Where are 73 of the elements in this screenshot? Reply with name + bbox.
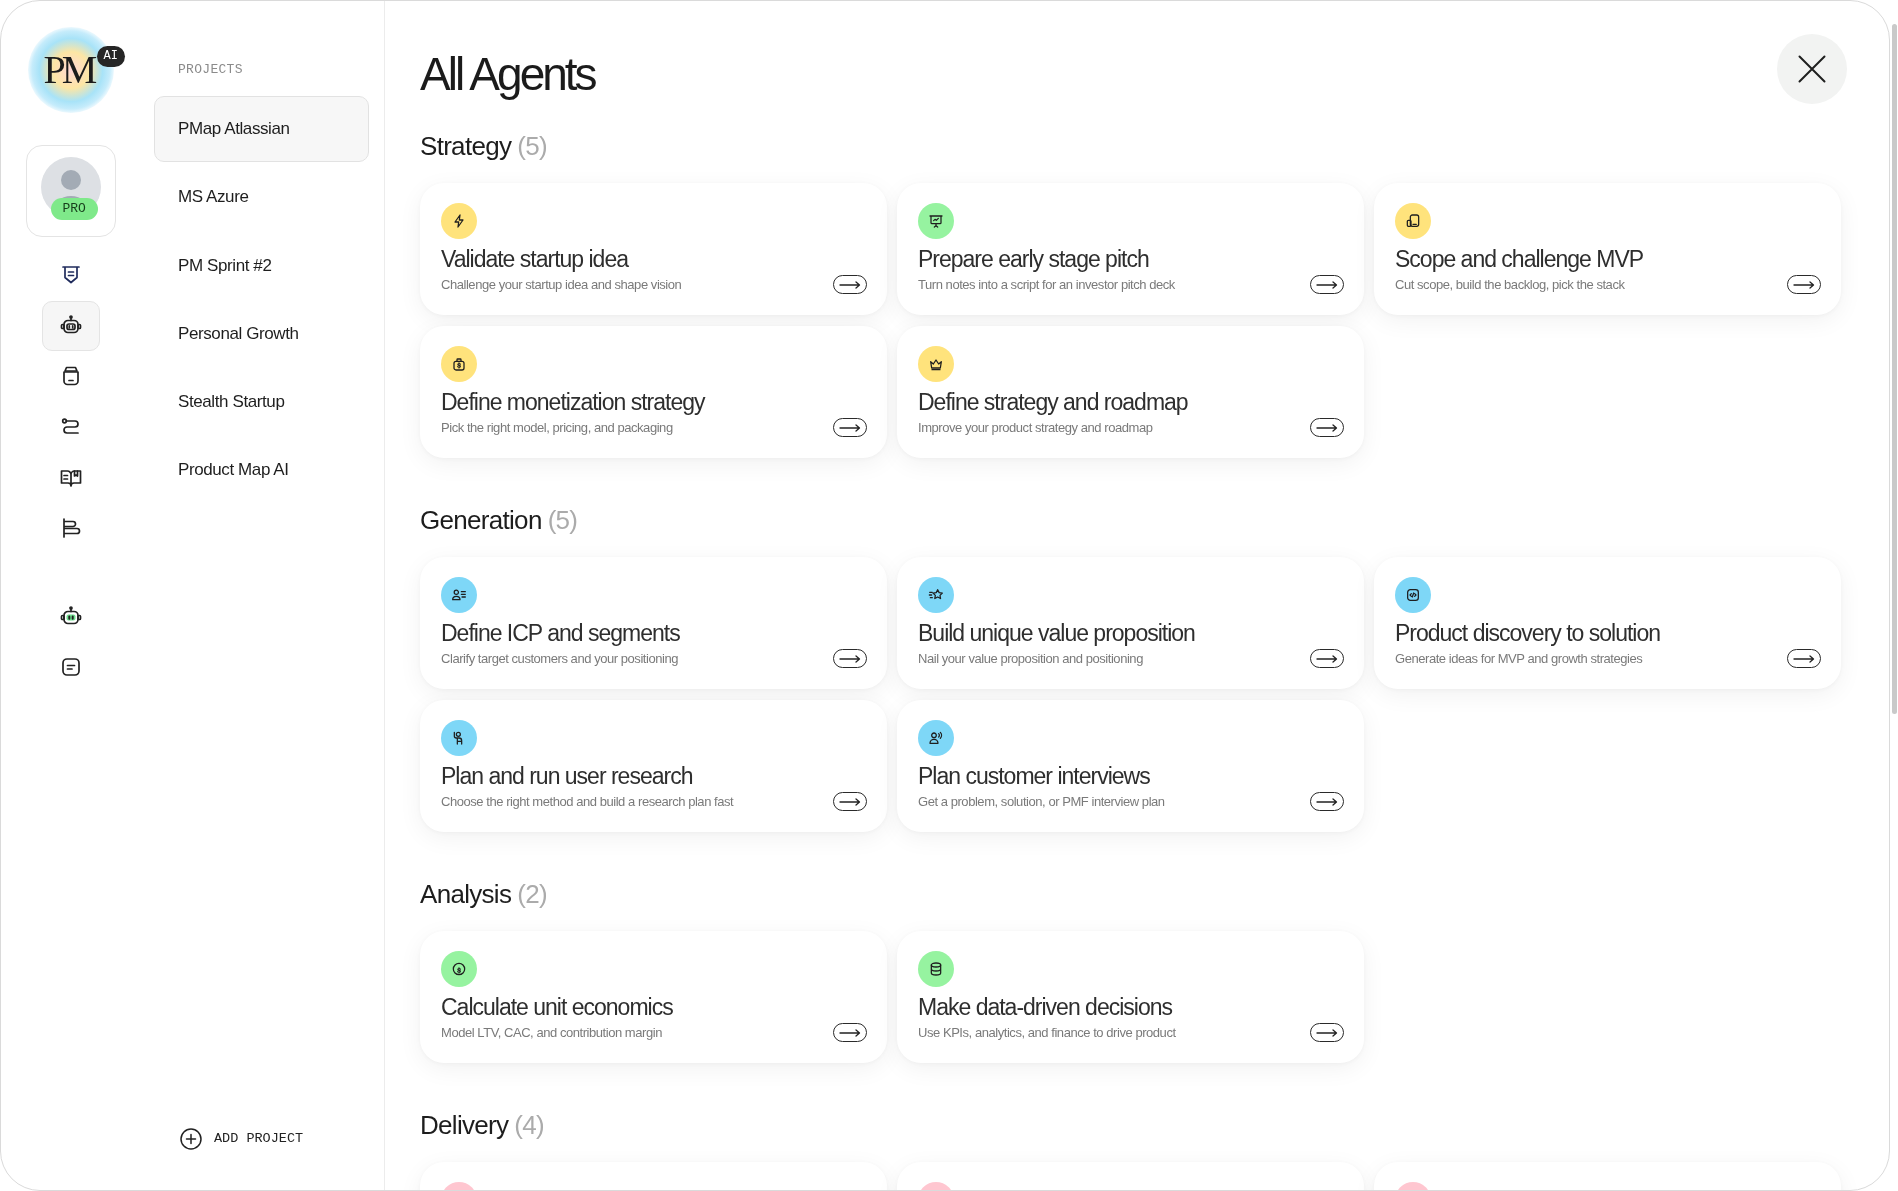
agent-title: Validate startup idea: [441, 245, 630, 273]
pro-badge: PRO: [50, 198, 98, 220]
section-title: Strategy: [420, 130, 512, 162]
agent-description: Nail your value proposition and positioning: [918, 650, 1144, 667]
arrow-icon: [839, 797, 861, 806]
agent-description: Pick the right model, pricing, and packaging: [441, 419, 674, 436]
agent-card[interactable]: Product discovery to solution Generate ideas for MVP and growth strategies: [1374, 557, 1841, 689]
arrow-icon: [1316, 1028, 1338, 1037]
arrow-icon: [1316, 797, 1338, 806]
agent-title: Define strategy and roadmap: [918, 388, 1189, 416]
agent-title: Define ICP and segments: [441, 619, 681, 647]
arrow-icon: [839, 280, 861, 289]
project-item[interactable]: Product Map AI: [154, 437, 369, 504]
project-item[interactable]: Stealth Startup: [154, 369, 369, 436]
section-title: Analysis: [420, 878, 512, 910]
arrow-icon: [1793, 654, 1815, 663]
agent-title: Plan customer interviews: [918, 762, 1151, 790]
agent-card[interactable]: Prepare early stage pitch Turn notes into a script for an investor pitch deck: [897, 183, 1364, 315]
agent-card[interactable]: Build unique value proposition Nail your value proposition and positioning: [897, 557, 1364, 689]
agent-title: Define monetization strategy: [441, 388, 706, 416]
agent-card[interactable]: Define monetization strategy Pick the right model, pricing, and packaging: [420, 326, 887, 458]
ai-badge: AI: [96, 46, 125, 67]
page-title: All Agents: [420, 48, 595, 100]
arrow-icon: [839, 654, 861, 663]
agent-description: Use KPIs, analytics, and finance to drive product: [918, 1024, 1177, 1041]
agent-description: Get a problem, solution, or PMF interview plan: [918, 793, 1166, 810]
arrow-icon: [1316, 280, 1338, 289]
scrollbar-thumb[interactable]: [1891, 24, 1897, 714]
section-title: Generation: [420, 504, 542, 536]
agent-description: Improve your product strategy and roadmap: [918, 419, 1154, 436]
agent-title: Make data-driven decisions: [918, 993, 1173, 1021]
section-title: Delivery: [420, 1109, 509, 1141]
project-item[interactable]: MS Azure: [154, 164, 369, 231]
agent-description: Generate ideas for MVP and growth strategies: [1395, 650, 1644, 667]
section-count: (5): [547, 504, 578, 536]
agent-card[interactable]: Validate startup idea Challenge your startup idea and shape vision: [420, 183, 887, 315]
agent-description: Turn notes into a script for an investor pitch deck: [918, 276, 1176, 293]
agent-title: Calculate unit economics: [441, 993, 674, 1021]
agent-card[interactable]: Scope and challenge MVP Cut scope, build the backlog, pick the stack: [1374, 183, 1841, 315]
arrow-icon: [1316, 654, 1338, 663]
agent-title: Plan and run user research: [441, 762, 694, 790]
plus-icon: [180, 1128, 202, 1150]
projects-label: PROJECTS: [177, 61, 243, 79]
agent-title: Product discovery to solution: [1395, 619, 1662, 647]
section-count: (5): [517, 130, 547, 162]
add-project-button[interactable]: ADD PROJECT: [180, 1127, 304, 1151]
section-count: (4): [514, 1109, 544, 1141]
agent-description: Choose the right method and build a research plan fast: [441, 793, 735, 810]
arrow-icon: [839, 1028, 861, 1037]
arrow-icon: [1316, 423, 1338, 432]
logo-text: PM: [43, 48, 95, 92]
project-item[interactable]: PMap Atlassian: [154, 96, 369, 162]
section-count: (2): [517, 878, 547, 910]
profile-card[interactable]: PRO: [25, 145, 116, 237]
agent-title: Prepare early stage pitch: [918, 245, 1150, 273]
agent-description: Clarify target customers and your positioning: [441, 650, 679, 667]
agent-description: Challenge your startup idea and shape vision: [441, 276, 683, 293]
agent-card[interactable]: Define ICP and segments Clarify target customers and your positioning: [420, 557, 887, 689]
close-icon: [1798, 55, 1826, 83]
project-item[interactable]: PM Sprint #2: [154, 232, 369, 299]
nav-button[interactable]: [41, 300, 100, 352]
agent-title: Build unique value proposition: [918, 619, 1196, 647]
agent-card[interactable]: Plan customer interviews Get a problem, solution, or PMF interview plan: [897, 700, 1364, 832]
agent-card[interactable]: Make data-driven decisions Use KPIs, analytics, and finance to drive product: [897, 931, 1364, 1063]
agent-title: Scope and challenge MVP: [1395, 245, 1645, 273]
agent-description: Model LTV, CAC, and contribution margin: [441, 1024, 663, 1041]
agent-card[interactable]: Define strategy and roadmap Improve your product strategy and roadmap: [897, 326, 1364, 458]
project-item[interactable]: Personal Growth: [154, 300, 369, 367]
arrow-icon: [839, 423, 861, 432]
agent-card[interactable]: Calculate unit economics Model LTV, CAC, and contribution margin: [420, 931, 887, 1063]
agent-card[interactable]: Plan and run user research Choose the right method and build a research plan fast: [420, 700, 887, 832]
agent-description: Cut scope, build the backlog, pick the stack: [1395, 276, 1626, 293]
arrow-icon: [1793, 280, 1815, 289]
